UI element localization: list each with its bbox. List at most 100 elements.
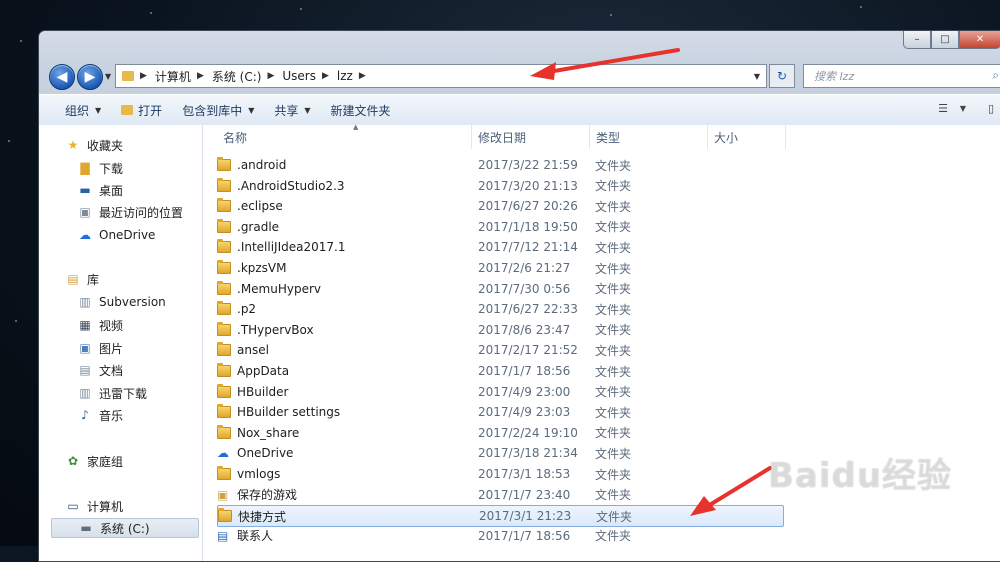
sidebar-item-documents[interactable]: ▤ 文档	[77, 360, 123, 380]
file-row[interactable]: Nox_share 2017/2/24 19:10 文件夹	[217, 423, 782, 443]
search-input[interactable]	[812, 68, 986, 84]
file-row[interactable]: .kpzsVM 2017/2/6 21:27 文件夹	[217, 258, 782, 278]
sidebar-item-downloads[interactable]: ▇ 下载	[77, 158, 123, 178]
chevron-right-icon[interactable]: ▶	[197, 71, 204, 81]
breadcrumb-drive[interactable]: 系统 (C:) ▶	[212, 68, 283, 85]
column-header-type[interactable]: 类型	[590, 125, 708, 149]
chevron-right-icon[interactable]: ▶	[359, 71, 366, 81]
folder-icon	[217, 260, 231, 274]
watermark-url: jingyan.baidu.com	[778, 526, 880, 539]
include-in-library-menu[interactable]: 包含到库中 ▼	[172, 98, 264, 122]
sidebar-item-videos[interactable]: ▦ 视频	[77, 315, 123, 335]
file-type: 文件夹	[595, 199, 632, 214]
star	[860, 6, 862, 8]
folder-icon	[217, 404, 231, 419]
file-row[interactable]: AppData 2017/1/7 18:56 文件夹	[217, 361, 782, 381]
folder-open-icon	[121, 105, 134, 115]
folder-icon	[217, 239, 231, 254]
download-folder-icon: ▇	[80, 161, 90, 175]
sidebar-item-onedrive[interactable]: ☁ OneDrive	[77, 225, 155, 245]
file-type: 文件夹	[595, 240, 632, 255]
file-row[interactable]: .gradle 2017/1/18 19:50 文件夹	[217, 217, 782, 237]
folder-icon	[217, 383, 231, 398]
document-icon: ▤	[79, 363, 91, 377]
file-row[interactable]: HBuilder settings 2017/4/9 23:03 文件夹	[217, 402, 782, 422]
column-header-size[interactable]: 大小	[708, 125, 786, 149]
file-row[interactable]: ▤ 联系人 2017/1/7 18:56 文件夹	[217, 526, 782, 546]
crumb-separator[interactable]: ▶	[140, 71, 155, 81]
sidebar-item-computer[interactable]: ▭ 计算机	[65, 496, 123, 516]
folder-icon	[217, 363, 231, 377]
address-history-dropdown[interactable]: ▼	[748, 65, 766, 87]
chevron-right-icon[interactable]: ▶	[267, 71, 274, 81]
file-modified-date: 2017/7/12 21:14	[478, 240, 578, 255]
back-button[interactable]: ◀	[49, 64, 75, 90]
annotation-arrow-address	[530, 48, 680, 80]
file-modified-date: 2017/2/17 21:52	[478, 343, 578, 358]
picture-icon: ▣	[79, 341, 91, 355]
share-menu[interactable]: 共享 ▼	[264, 98, 320, 122]
chevron-down-icon: ▼	[248, 105, 255, 115]
star	[15, 320, 17, 322]
sidebar-item-homegroup[interactable]: ✿ 家庭组	[65, 451, 123, 471]
file-row[interactable]: HBuilder 2017/4/9 23:00 文件夹	[217, 382, 782, 402]
view-options-icon[interactable]: ☰	[933, 98, 953, 118]
breadcrumb-user[interactable]: lzz ▶	[337, 69, 374, 83]
refresh-button[interactable]: ↻	[769, 64, 795, 88]
preview-pane-icon[interactable]: ▯	[981, 98, 1000, 118]
file-modified-date: 2017/2/24 19:10	[478, 425, 578, 440]
sidebar-item-recent[interactable]: ▣ 最近访问的位置	[77, 202, 183, 222]
baidu-watermark: Baidu经验	[768, 448, 952, 497]
sidebar-item-music[interactable]: ♪ 音乐	[77, 405, 123, 425]
search-box[interactable]: ⌕	[803, 64, 1000, 88]
file-type: 文件夹	[595, 364, 632, 379]
file-name: HBuilder settings	[237, 405, 341, 420]
sidebar-item-thunder[interactable]: ▥ 迅雷下载	[77, 383, 147, 403]
file-modified-date: 2017/3/1 18:53	[478, 467, 571, 481]
open-button[interactable]: 打开	[111, 98, 172, 122]
file-row[interactable]: .MemuHyperv 2017/7/30 0:56 文件夹	[217, 279, 782, 299]
sort-ascending-icon: ▲	[353, 123, 359, 131]
close-button[interactable]: ✕	[959, 31, 1000, 49]
sidebar-item-desktop[interactable]: ▬ 桌面	[77, 180, 123, 200]
column-header-name[interactable]: 名称 ▲	[217, 123, 472, 149]
folder-icon	[217, 321, 231, 336]
chevron-right-icon[interactable]: ▶	[322, 71, 329, 81]
file-type: 文件夹	[595, 467, 632, 482]
sidebar-item-favorites[interactable]: ★ 收藏夹	[65, 135, 123, 155]
file-row[interactable]: .eclipse 2017/6/27 20:26 文件夹	[217, 196, 782, 216]
file-modified-date: 2017/7/30 0:56	[478, 281, 571, 296]
search-icon[interactable]: ⌕	[992, 68, 999, 83]
file-row[interactable]: ☁ OneDrive 2017/3/18 21:34 文件夹	[217, 443, 782, 463]
file-row[interactable]: .AndroidStudio2.3 2017/3/20 21:13 文件夹	[217, 176, 782, 196]
sidebar-item-subversion[interactable]: ▥ Subversion	[77, 292, 165, 312]
breadcrumb-users[interactable]: Users ▶	[282, 69, 337, 83]
file-row[interactable]: .THypervBox 2017/8/6 23:47 文件夹	[217, 320, 782, 340]
breadcrumb-computer[interactable]: 计算机 ▶	[155, 68, 212, 85]
star	[150, 12, 152, 14]
file-row[interactable]: .android 2017/3/22 21:59 文件夹	[217, 155, 782, 175]
folder-icon	[217, 424, 231, 439]
minimize-button[interactable]: –	[903, 31, 931, 49]
file-name: vmlogs	[237, 467, 281, 481]
file-row[interactable]: ansel 2017/2/17 21:52 文件夹	[217, 340, 782, 360]
file-row[interactable]: .p2 2017/6/27 22:33 文件夹	[217, 299, 782, 319]
file-name: 联系人	[237, 529, 274, 544]
folder-icon	[217, 177, 231, 192]
forward-button[interactable]: ▶	[77, 64, 103, 90]
new-folder-button[interactable]: 新建文件夹	[321, 98, 401, 122]
file-row[interactable]: .IntelliJIdea2017.1 2017/7/12 21:14 文件夹	[217, 237, 782, 257]
file-type: 文件夹	[595, 426, 632, 441]
column-header-date[interactable]: 修改日期	[472, 125, 590, 149]
file-name: ansel	[237, 343, 269, 358]
organize-menu[interactable]: 组织 ▼	[55, 98, 111, 122]
recent-pages-dropdown[interactable]: ▼	[105, 72, 111, 81]
sidebar-item-libraries[interactable]: ▤ 库	[65, 269, 99, 289]
window-controls: – □ ✕	[903, 31, 1000, 49]
chevron-down-icon[interactable]: ▼	[953, 98, 973, 118]
desktop-icon: ▬	[79, 183, 91, 197]
file-type: 文件夹	[595, 488, 632, 503]
maximize-button[interactable]: □	[931, 31, 959, 49]
sidebar-item-system-c[interactable]: ▬ 系统 (C:)	[51, 518, 199, 538]
sidebar-item-pictures[interactable]: ▣ 图片	[77, 338, 123, 358]
